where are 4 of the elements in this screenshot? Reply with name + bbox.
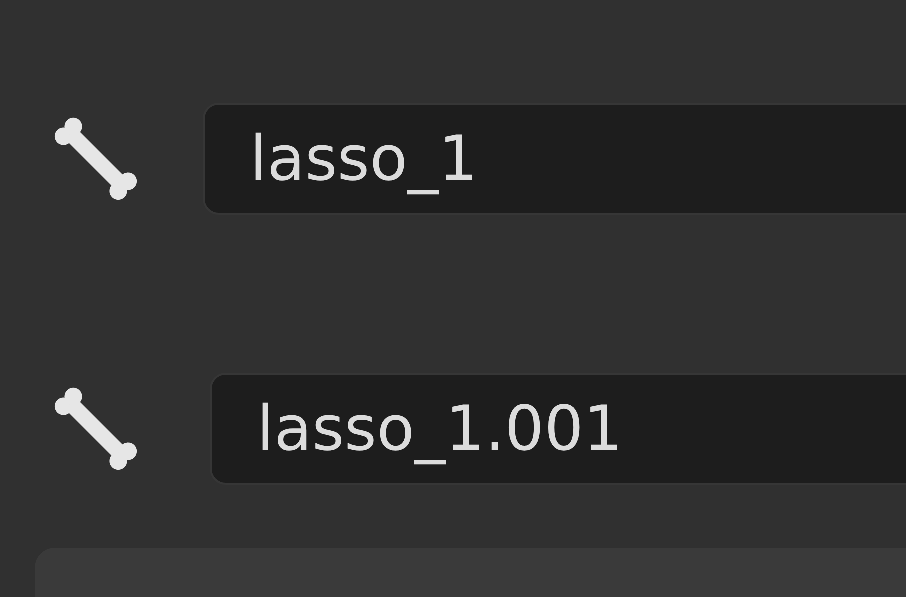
bone-icon: [52, 385, 140, 473]
bone-icon: [52, 115, 140, 203]
bone-name-field[interactable]: lasso_1.001: [210, 373, 906, 485]
bone-name-field[interactable]: lasso_1: [203, 103, 906, 215]
